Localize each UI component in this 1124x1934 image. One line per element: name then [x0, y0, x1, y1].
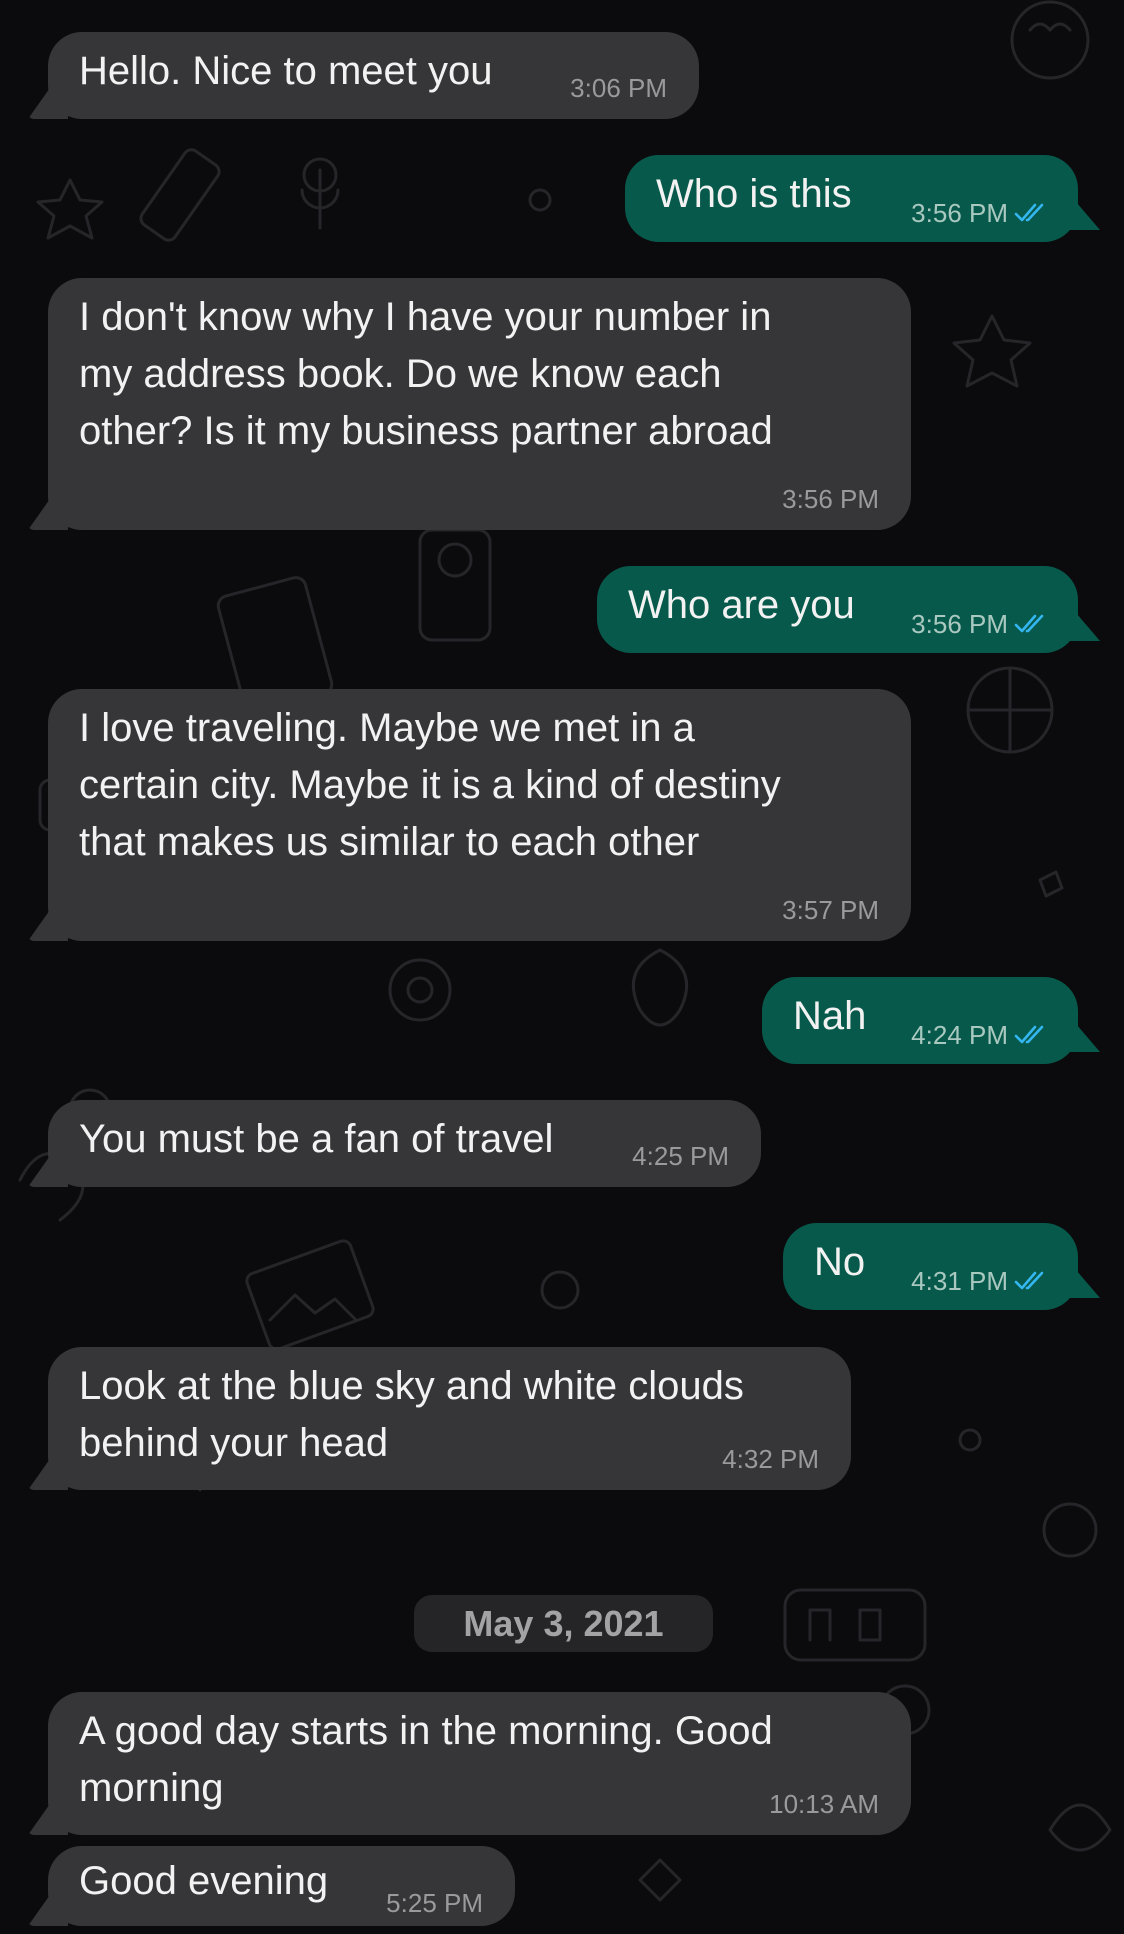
message-time: 4:31 PM — [911, 1266, 1008, 1296]
bubble-tail — [1056, 1262, 1100, 1298]
message-time: 3:57 PM — [782, 895, 879, 925]
read-receipt-icon — [1014, 203, 1044, 222]
message-outgoing[interactable]: Nah 4:24 PM — [762, 977, 1100, 1064]
message-time: 4:25 PM — [632, 1141, 729, 1171]
message-time: 4:32 PM — [722, 1444, 819, 1474]
message-meta: 3:57 PM — [782, 895, 879, 925]
read-receipt-icon — [1014, 1025, 1044, 1044]
bubble-tail — [1056, 1016, 1100, 1052]
message-text: Look at the blue sky and white clouds be… — [79, 1364, 744, 1465]
bubble-tail — [28, 907, 68, 941]
message-meta: 5:25 PM — [386, 1888, 483, 1918]
read-receipt-icon — [1014, 1271, 1044, 1290]
chat-thread: Hello. Nice to meet you 3:06 PM Who is t… — [0, 0, 1124, 1934]
bubble-tail — [28, 496, 68, 530]
message-outgoing[interactable]: Who is this 3:56 PM — [625, 155, 1100, 242]
message-text: A good day starts in the morning. Good m… — [79, 1709, 773, 1810]
message-time: 3:56 PM — [911, 609, 1008, 639]
message-meta: 10:13 AM — [769, 1789, 879, 1819]
message-text: Who is this — [656, 172, 852, 216]
message-text: Nah — [793, 994, 867, 1038]
message-meta: 4:32 PM — [722, 1444, 819, 1474]
message-incoming[interactable]: I don't know why I have your number in m… — [28, 278, 911, 530]
message-time: 4:24 PM — [911, 1020, 1008, 1050]
message-meta: 3:56 PM — [911, 609, 1050, 639]
date-divider: May 3, 2021 — [414, 1595, 713, 1652]
bubble-tail — [28, 1892, 68, 1926]
message-outgoing[interactable]: Who are you 3:56 PM — [597, 566, 1100, 653]
bubble-tail — [28, 1456, 68, 1490]
bubble-tail — [28, 85, 68, 119]
bubble-tail — [28, 1801, 68, 1835]
message-time: 10:13 AM — [769, 1789, 879, 1819]
message-time: 3:56 PM — [911, 198, 1008, 228]
message-incoming[interactable]: You must be a fan of travel 4:25 PM — [28, 1100, 761, 1187]
message-text: Who are you — [628, 583, 855, 627]
message-incoming[interactable]: Look at the blue sky and white clouds be… — [28, 1347, 851, 1490]
message-meta: 3:56 PM — [911, 198, 1050, 228]
message-meta: 4:24 PM — [911, 1020, 1050, 1050]
message-text: Hello. Nice to meet you — [79, 49, 493, 93]
message-text: Good evening — [79, 1859, 329, 1903]
message-incoming[interactable]: Good evening 5:25 PM — [28, 1846, 515, 1926]
bubble-tail — [1056, 194, 1100, 230]
message-meta: 3:56 PM — [782, 484, 879, 514]
message-meta: 4:25 PM — [632, 1141, 729, 1171]
message-text: You must be a fan of travel — [79, 1117, 554, 1161]
message-incoming[interactable]: A good day starts in the morning. Good m… — [28, 1692, 911, 1835]
message-meta: 4:31 PM — [911, 1266, 1050, 1296]
message-time: 3:06 PM — [570, 73, 667, 103]
message-time: 5:25 PM — [386, 1888, 483, 1918]
message-text: I don't know why I have your number in m… — [79, 295, 773, 453]
bubble-tail — [1056, 605, 1100, 641]
message-outgoing[interactable]: No 4:31 PM — [783, 1223, 1100, 1310]
message-text: I love traveling. Maybe we met in a cert… — [79, 706, 781, 864]
message-time: 3:56 PM — [782, 484, 879, 514]
message-incoming[interactable]: Hello. Nice to meet you 3:06 PM — [28, 32, 699, 119]
message-meta: 3:06 PM — [570, 73, 667, 103]
read-receipt-icon — [1014, 614, 1044, 633]
message-text: No — [814, 1240, 866, 1284]
bubble-tail — [28, 1153, 68, 1187]
message-incoming[interactable]: I love traveling. Maybe we met in a cert… — [28, 689, 911, 941]
